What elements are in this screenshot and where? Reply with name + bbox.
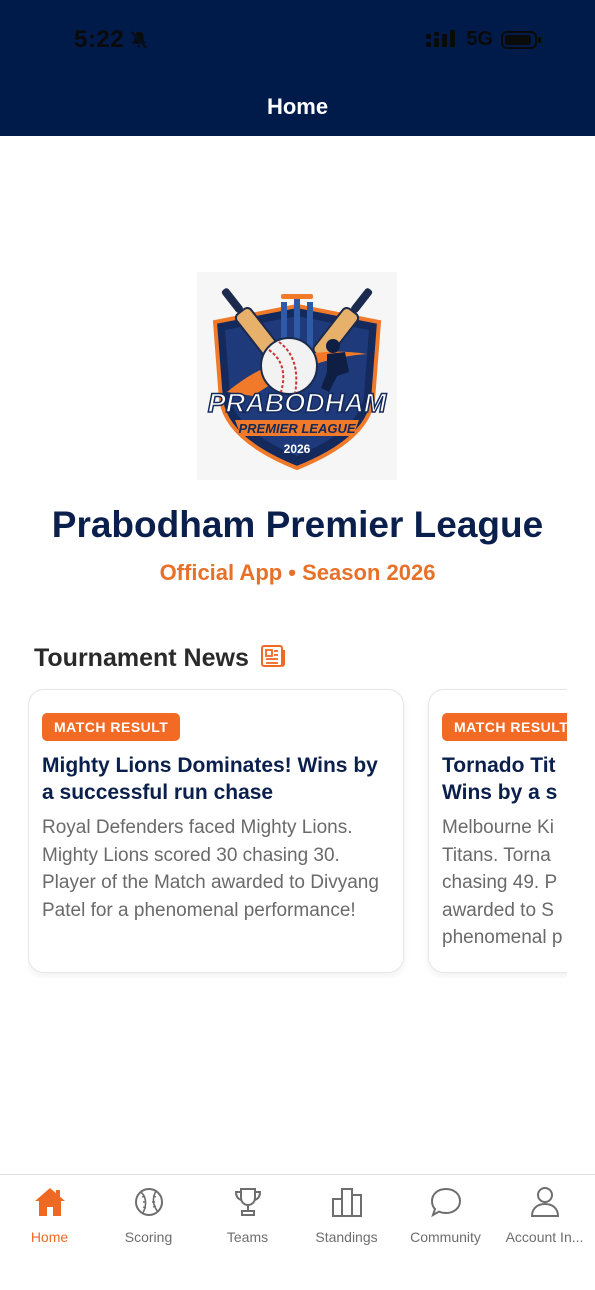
tab-teams[interactable]: Teams	[198, 1185, 297, 1245]
news-section-header: Tournament News	[34, 642, 287, 675]
news-card-title: Tornado Tit Wins by a s	[442, 754, 558, 804]
news-section-title: Tournament News	[34, 644, 249, 672]
tab-label: Home	[30, 1229, 69, 1245]
ball-icon	[134, 1188, 163, 1216]
newspaper-icon	[259, 642, 287, 675]
chat-icon	[430, 1187, 461, 1218]
signal-icon	[426, 29, 456, 47]
league-logo: PRABODHAM PREMIER LEAGUE 2026	[197, 272, 397, 480]
user-icon	[530, 1187, 559, 1217]
tab-account-info[interactable]: Account In...	[495, 1185, 594, 1245]
page-title: Home	[266, 94, 329, 119]
battery-icon	[501, 30, 541, 49]
podium-icon	[331, 1188, 362, 1217]
match-result-badge: MATCH RESULT	[42, 713, 181, 741]
top-bar: 5:22 5G Home	[0, 0, 595, 136]
svg-text:2026: 2026	[284, 442, 311, 456]
match-result-badge: MATCH RESULT	[442, 713, 567, 741]
network-type: 5G	[466, 28, 493, 50]
svg-text:PREMIER LEAGUE: PREMIER LEAGUE	[238, 421, 355, 436]
tab-standings[interactable]: Standings	[297, 1185, 396, 1245]
svg-text:PRABODHAM: PRABODHAM	[208, 388, 387, 418]
news-card-body: Melbourne Ki Titans. Torna chasing 49. P…	[442, 817, 563, 948]
tab-label: Standings	[315, 1229, 378, 1245]
bottom-tab-bar: Home Scoring Teams Standings Community A…	[0, 1174, 595, 1290]
trophy-icon	[234, 1188, 261, 1216]
app-subtitle: Official App • Season 2026	[159, 560, 436, 585]
tab-home[interactable]: Home	[0, 1185, 99, 1245]
tab-community[interactable]: Community	[396, 1185, 495, 1245]
app-title: Prabodham Premier League	[51, 504, 544, 545]
status-time: 5:22	[74, 26, 150, 54]
news-card-title: Mighty Lions Dominates! Wins by a succes…	[42, 754, 378, 804]
news-card-body: Royal Defenders faced Mighty Lions. Migh…	[42, 817, 379, 921]
tab-label: Teams	[226, 1229, 269, 1245]
news-carousel[interactable]: MATCH RESULT Mighty Lions Dominates! Win…	[28, 688, 567, 978]
news-card[interactable]: MATCH RESULT Mighty Lions Dominates! Win…	[28, 689, 404, 973]
news-card[interactable]: MATCH RESULT Tornado Tit Wins by a s Mel…	[428, 689, 567, 973]
home-icon	[34, 1188, 65, 1216]
status-indicators: 5G	[426, 28, 543, 51]
tab-label: Community	[410, 1229, 481, 1245]
tab-scoring[interactable]: Scoring	[99, 1185, 198, 1245]
tab-label: Account In...	[505, 1229, 584, 1245]
silent-bell-icon	[130, 30, 148, 50]
tab-label: Scoring	[124, 1229, 173, 1245]
